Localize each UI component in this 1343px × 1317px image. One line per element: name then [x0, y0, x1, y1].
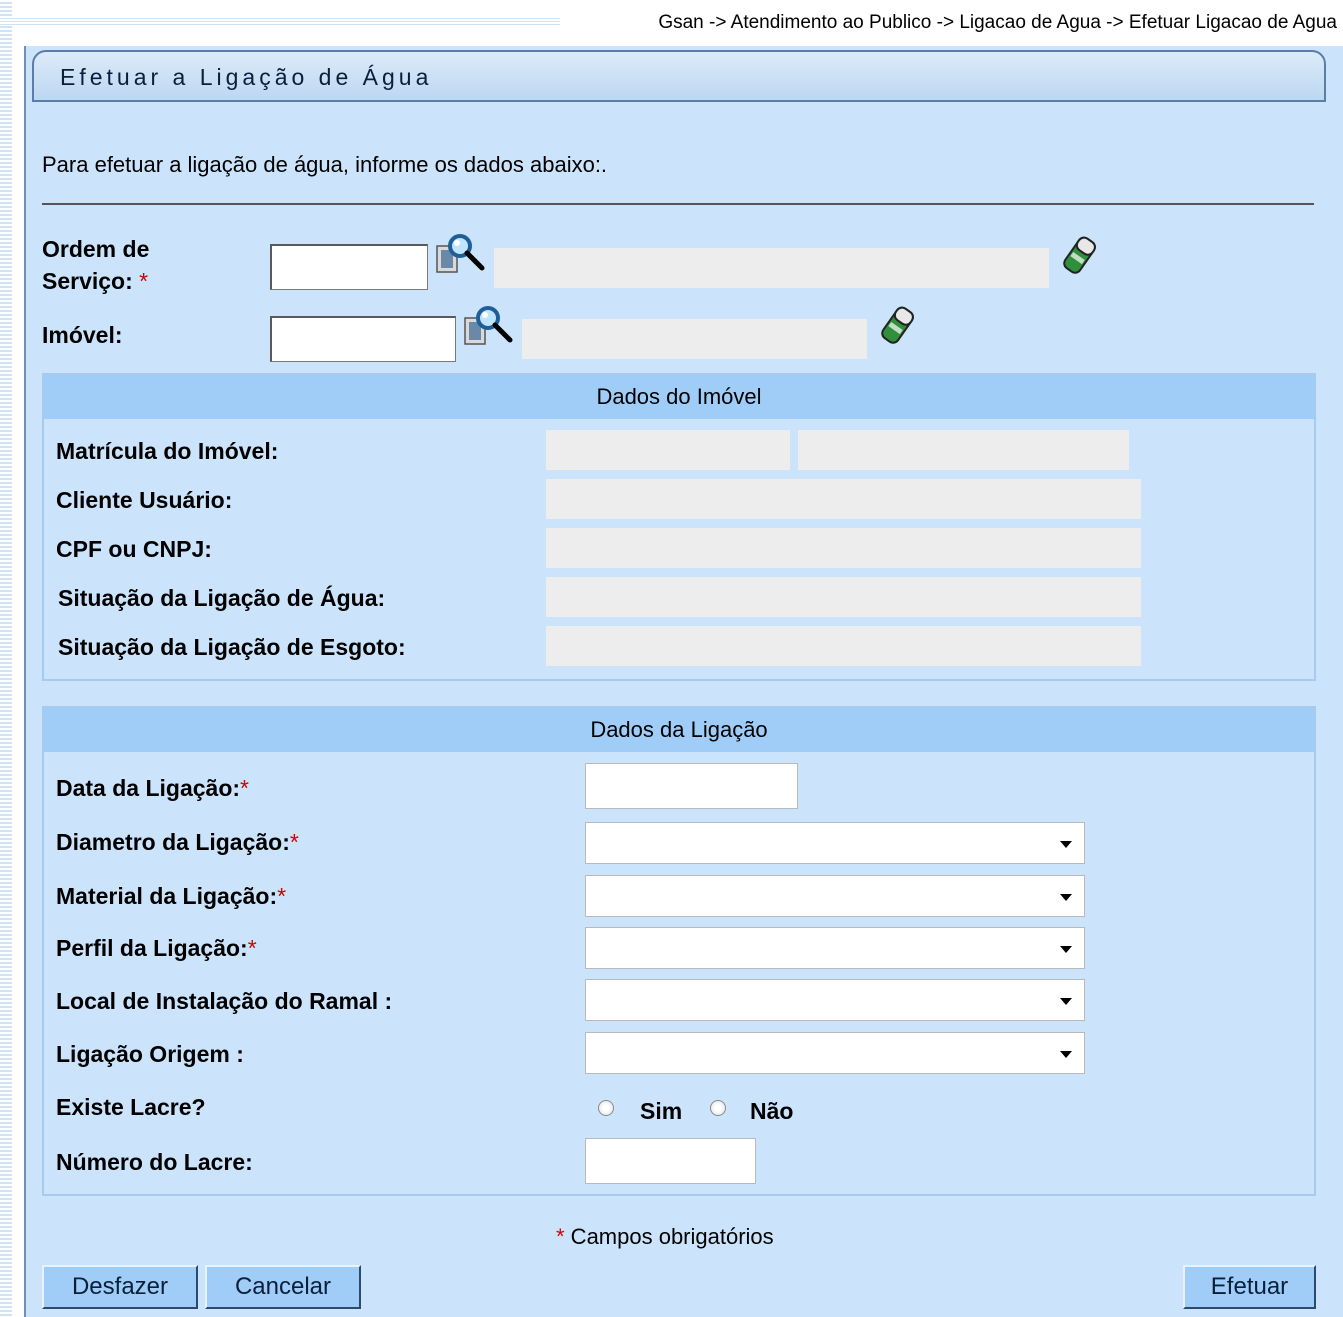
divider: [42, 203, 1314, 205]
ordem-servico-label: Ordem de Serviço: *: [42, 233, 149, 297]
data-ligacao-input[interactable]: [585, 763, 798, 809]
top-decorative-line: [0, 18, 560, 26]
ordem-label-line1: Ordem de: [42, 236, 150, 262]
search-ordem-button[interactable]: [436, 232, 488, 283]
dados-ligacao-header: Dados da Ligação: [44, 708, 1314, 752]
cliente-value: [546, 479, 1141, 519]
ordem-label-line2: Serviço: *: [42, 265, 149, 297]
required-mark: *: [240, 775, 249, 801]
magnifier-icon: [436, 234, 485, 273]
required-mark: *: [289, 829, 299, 855]
chevron-down-icon: [1060, 946, 1072, 953]
diametro-label: Diametro da Ligação:*: [56, 829, 299, 856]
eraser-icon: [881, 306, 914, 344]
page-title: Efetuar a Ligação de Água: [60, 64, 433, 90]
search-imovel-button[interactable]: [464, 304, 516, 355]
matricula-value-1: [546, 430, 790, 470]
desfazer-button[interactable]: Desfazer: [42, 1265, 198, 1309]
situacao-agua-value: [546, 577, 1141, 617]
existe-lacre-label: Existe Lacre?: [56, 1094, 206, 1120]
perfil-label: Perfil da Ligação:*: [56, 935, 257, 962]
matricula-value-2: [798, 430, 1129, 470]
chevron-down-icon: [1060, 1051, 1072, 1058]
required-mark: *: [277, 883, 287, 909]
situacao-esgoto-label: Situação da Ligação de Esgoto:: [58, 634, 406, 660]
perfil-select[interactable]: [585, 927, 1085, 969]
diametro-label-text: Diametro da Ligação:: [56, 829, 290, 855]
clear-imovel-button[interactable]: [876, 304, 918, 353]
ligacao-origem-select[interactable]: [585, 1032, 1085, 1074]
eraser-icon: [1063, 236, 1096, 274]
lacre-nao-label: Não: [750, 1098, 794, 1124]
perfil-label-text: Perfil da Ligação:: [56, 935, 248, 961]
ordem-servico-input[interactable]: [270, 244, 428, 290]
situacao-esgoto-value: [546, 626, 1141, 666]
ligacao-origem-label: Ligação Origem :: [56, 1041, 244, 1067]
numero-lacre-input[interactable]: [585, 1138, 756, 1184]
imovel-label: Imóvel:: [42, 322, 123, 348]
efetuar-button[interactable]: Efetuar: [1183, 1265, 1316, 1309]
situacao-agua-label: Situação da Ligação de Água:: [58, 585, 386, 611]
required-mark: *: [139, 268, 149, 294]
required-fields-text: Campos obrigatórios: [564, 1224, 774, 1249]
magnifier-icon: [464, 306, 513, 345]
dados-imovel-header: Dados do Imóvel: [44, 375, 1314, 419]
imovel-description: [522, 319, 867, 359]
cancelar-button[interactable]: Cancelar: [205, 1265, 361, 1309]
breadcrumb: Gsan -> Atendimento ao Publico -> Ligaca…: [658, 12, 1337, 33]
required-fields-note: * Campos obrigatórios: [556, 1224, 774, 1250]
matricula-label: Matrícula do Imóvel:: [56, 438, 279, 464]
ordem-servico-description: [494, 248, 1049, 288]
data-ligacao-label-text: Data da Ligação:: [56, 775, 241, 801]
cpf-label: CPF ou CNPJ:: [56, 536, 212, 562]
ordem-label-text: Serviço:: [42, 268, 133, 294]
material-label-text: Material da Ligação:: [56, 883, 278, 909]
lacre-sim-label: Sim: [640, 1098, 683, 1124]
cliente-label: Cliente Usuário:: [56, 487, 233, 513]
data-ligacao-label: Data da Ligação:*: [56, 775, 249, 802]
left-decorative-stripe: [0, 0, 12, 1317]
lacre-nao-radio[interactable]: [710, 1100, 726, 1116]
diametro-select[interactable]: [585, 822, 1085, 864]
intro-text: Para efetuar a ligação de água, informe …: [42, 152, 608, 177]
chevron-down-icon: [1060, 998, 1072, 1005]
material-select[interactable]: [585, 875, 1085, 917]
clear-ordem-button[interactable]: [1058, 234, 1100, 283]
material-label: Material da Ligação:*: [56, 883, 286, 910]
chevron-down-icon: [1060, 841, 1072, 848]
local-instalacao-select[interactable]: [585, 979, 1085, 1021]
chevron-down-icon: [1060, 894, 1072, 901]
required-mark: *: [247, 935, 257, 961]
numero-lacre-label: Número do Lacre:: [56, 1149, 253, 1175]
imovel-input[interactable]: [270, 316, 456, 362]
local-instalacao-label: Local de Instalação do Ramal :: [56, 988, 393, 1014]
required-mark: *: [556, 1224, 565, 1249]
cpf-value: [546, 528, 1141, 568]
lacre-sim-radio[interactable]: [598, 1100, 614, 1116]
